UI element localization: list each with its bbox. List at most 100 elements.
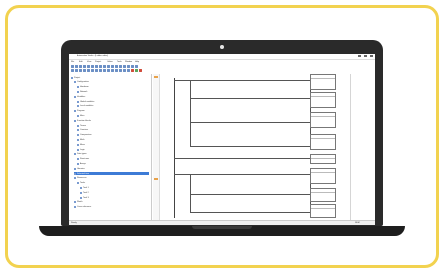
tool-2-icon[interactable] (75, 69, 78, 72)
tree-item[interactable]: Task 3 (80, 196, 149, 199)
folder-icon (74, 81, 76, 84)
tree-item[interactable]: Data types (74, 153, 149, 156)
tree-item[interactable]: Program (74, 110, 149, 113)
rung-line (190, 98, 310, 99)
menu-item-help[interactable]: Help (135, 61, 139, 63)
folder-icon (77, 100, 79, 103)
tree-item[interactable]: Global variables (77, 100, 149, 103)
function-block[interactable] (310, 188, 336, 202)
tool-15-icon[interactable] (127, 69, 130, 72)
tree-item[interactable]: Function blocks (74, 119, 149, 122)
menu-item-project[interactable]: Project (95, 61, 101, 63)
folder-icon (74, 201, 76, 204)
paste-icon[interactable] (91, 65, 94, 68)
folder-icon (74, 119, 76, 122)
tree-item[interactable]: Structures (77, 158, 149, 161)
tool-11-icon[interactable] (111, 69, 114, 72)
rung-gutter (153, 74, 160, 220)
tool-3-icon[interactable] (79, 69, 82, 72)
tree-item[interactable]: Math (77, 138, 149, 141)
tree-item[interactable]: Resources (74, 177, 149, 180)
menu-item-view[interactable]: View (87, 61, 91, 63)
redo-icon[interactable] (99, 65, 102, 68)
tree-item-label: Project (74, 76, 81, 79)
tree-item-label: Network (80, 90, 88, 93)
find-icon[interactable] (103, 65, 106, 68)
function-block[interactable] (310, 204, 336, 218)
menu-item-window[interactable]: Window (125, 61, 132, 63)
open-icon[interactable] (75, 65, 78, 68)
tree-item[interactable]: Project (71, 76, 149, 79)
zoom-out-icon[interactable] (135, 65, 138, 68)
tool-7-icon[interactable] (95, 69, 98, 72)
tree-item[interactable]: Local variables (77, 105, 149, 108)
tool-4-icon[interactable] (83, 69, 86, 72)
tree-item-label: Logic (80, 148, 85, 151)
new-icon[interactable] (71, 65, 74, 68)
tree-item[interactable]: Comparators (77, 134, 149, 137)
stop-icon[interactable] (131, 69, 134, 72)
function-block[interactable] (310, 134, 336, 150)
tool-5-icon[interactable] (87, 69, 90, 72)
menu-item-online[interactable]: Online (107, 61, 113, 63)
maximize-icon[interactable] (364, 55, 367, 57)
function-block[interactable] (310, 154, 336, 164)
tree-item[interactable]: Cross reference (74, 206, 149, 209)
tree-item[interactable]: Network (77, 90, 149, 93)
ladder-editor[interactable] (160, 74, 373, 220)
tree-item[interactable]: Logic (77, 148, 149, 151)
function-block[interactable] (310, 168, 336, 184)
function-block[interactable] (310, 112, 336, 128)
tree-item[interactable]: Configuration (74, 81, 149, 84)
tree-item-label: Hardware (80, 86, 89, 89)
tree-item[interactable]: Task 2 (80, 191, 149, 194)
tree-item[interactable]: Variables (74, 95, 149, 98)
tree-item[interactable]: Selected item (74, 172, 149, 175)
tree-item-label: Task 1 (83, 186, 89, 189)
contact-icon[interactable] (107, 65, 110, 68)
tree-item[interactable]: Watch (74, 201, 149, 204)
tree-item[interactable]: Task 1 (80, 186, 149, 189)
compile-icon[interactable] (127, 65, 130, 68)
folder-icon (77, 134, 79, 137)
tool-13-icon[interactable] (119, 69, 122, 72)
cut-icon[interactable] (83, 65, 86, 68)
rung-marker (154, 178, 158, 180)
menu-item-tools[interactable]: Tools (117, 61, 122, 63)
branch-icon[interactable] (119, 65, 122, 68)
tool-12-icon[interactable] (115, 69, 118, 72)
window-controls (358, 55, 373, 57)
tree-item[interactable]: Timers (77, 124, 149, 127)
run-icon[interactable] (135, 69, 138, 72)
tree-item-label: Libraries (77, 167, 85, 170)
save-icon[interactable] (79, 65, 82, 68)
tool-10-icon[interactable] (107, 69, 110, 72)
copy-icon[interactable] (87, 65, 90, 68)
menu-item-file[interactable]: File (71, 61, 74, 63)
reset-icon[interactable] (139, 69, 142, 72)
rung-line (190, 122, 310, 123)
tree-item[interactable]: Hardware (77, 86, 149, 89)
tool-14-icon[interactable] (123, 69, 126, 72)
tree-item[interactable]: Arrays (77, 162, 149, 165)
coil-icon[interactable] (111, 65, 114, 68)
tree-item[interactable]: Counters (77, 129, 149, 132)
tool-9-icon[interactable] (103, 69, 106, 72)
tree-item[interactable]: Tasks (77, 182, 149, 185)
tree-item[interactable]: Main (77, 114, 149, 117)
function-block[interactable] (310, 92, 336, 108)
tool-1-icon[interactable] (71, 69, 74, 72)
branch-line (190, 174, 191, 212)
minimize-icon[interactable] (358, 55, 361, 57)
rung-icon[interactable] (123, 65, 126, 68)
zoom-in-icon[interactable] (131, 65, 134, 68)
close-icon[interactable] (370, 55, 373, 57)
tree-item[interactable]: Libraries (74, 167, 149, 170)
tool-6-icon[interactable] (91, 69, 94, 72)
menu-item-edit[interactable]: Edit (79, 61, 82, 63)
function-block[interactable] (310, 74, 336, 90)
block-icon[interactable] (115, 65, 118, 68)
tree-item[interactable]: Move (77, 143, 149, 146)
tool-8-icon[interactable] (99, 69, 102, 72)
undo-icon[interactable] (95, 65, 98, 68)
